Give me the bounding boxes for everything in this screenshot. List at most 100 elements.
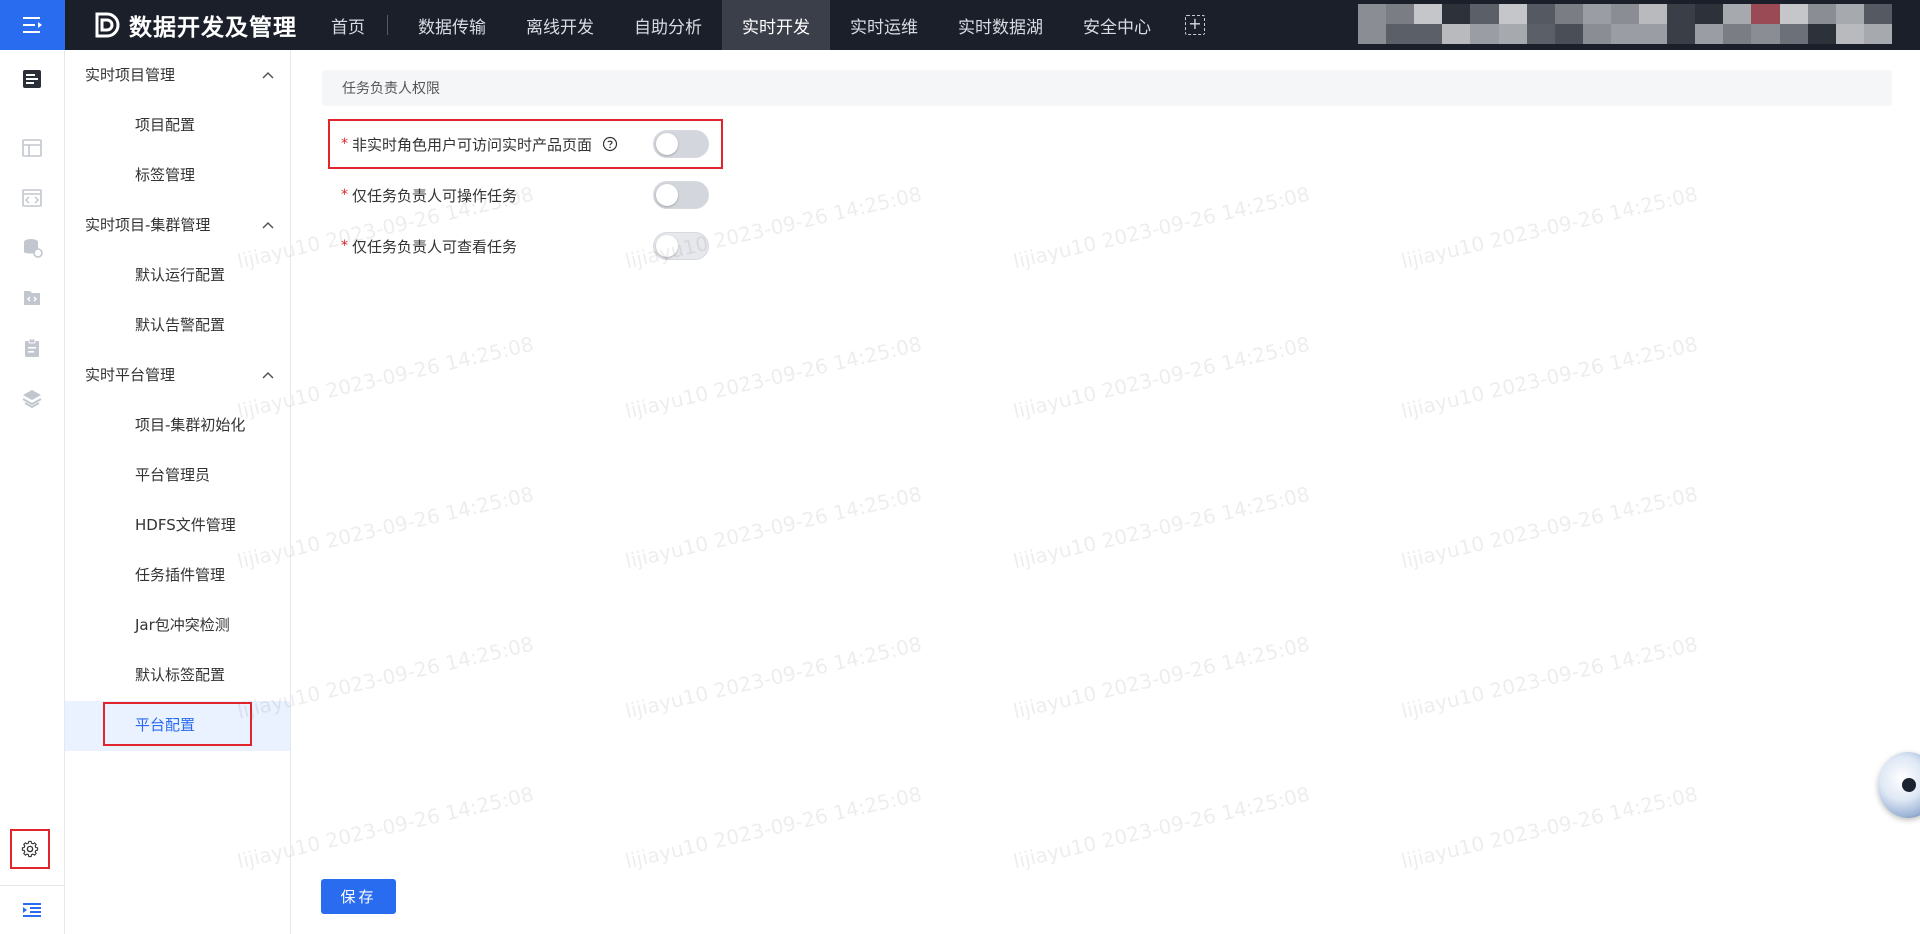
field-label: 仅任务负责人可查看任务 xyxy=(352,237,518,256)
pixel-block xyxy=(1498,4,1527,24)
sidebar-item-jar-conflict[interactable]: Jar包冲突检测 xyxy=(135,614,230,635)
table-icon[interactable] xyxy=(20,136,44,160)
pixel-block xyxy=(1414,24,1443,44)
pixel-block xyxy=(1667,24,1696,44)
stack-icon[interactable] xyxy=(20,386,44,410)
nav-item-offline-dev[interactable]: 离线开发 xyxy=(506,0,614,50)
nav-item-security[interactable]: 安全中心 xyxy=(1063,0,1171,50)
code-icon[interactable] xyxy=(20,186,44,210)
pixel-block xyxy=(1526,4,1555,24)
sidebar-group-label: 实时项目-集群管理 xyxy=(85,216,211,234)
brand-title: 数据开发及管理 xyxy=(129,15,297,41)
save-button[interactable]: 保存 xyxy=(321,879,396,914)
pixel-block xyxy=(1723,24,1752,44)
sidebar-group-cluster-mgmt[interactable]: 实时项目-集群管理 xyxy=(85,214,275,235)
form-row-owner-operate: * 仅任务负责人可操作任务 xyxy=(341,181,517,209)
pixel-block xyxy=(1470,4,1499,24)
sidebar-group-label: 实时平台管理 xyxy=(85,366,176,384)
rail-divider xyxy=(0,885,64,886)
settings-button[interactable] xyxy=(10,829,50,869)
indent-icon[interactable] xyxy=(20,898,44,922)
chevron-up-icon xyxy=(262,71,274,79)
toggle-knob xyxy=(656,184,678,206)
pixel-block xyxy=(1863,4,1892,24)
gear-icon xyxy=(21,840,39,858)
pixel-block xyxy=(1667,4,1696,24)
pixel-block xyxy=(1442,4,1471,24)
pixel-block xyxy=(1554,24,1583,44)
sidebar-item-default-run-config[interactable]: 默认运行配置 xyxy=(135,264,225,285)
sidebar-group-platform-mgmt[interactable]: 实时平台管理 xyxy=(85,364,275,385)
pixel-block xyxy=(1835,24,1864,44)
chevron-up-icon xyxy=(262,221,274,229)
section-title: 任务负责人权限 xyxy=(322,70,1892,106)
icon-rail xyxy=(0,50,65,934)
user-info-blurred[interactable] xyxy=(1358,4,1892,44)
clipboard-icon[interactable] xyxy=(20,336,44,360)
pixel-block xyxy=(1779,24,1808,44)
pixel-block xyxy=(1470,24,1499,44)
pixel-block xyxy=(1386,4,1415,24)
sidebar-group-label: 实时项目管理 xyxy=(85,66,176,84)
pixel-block xyxy=(1414,4,1443,24)
pixel-block xyxy=(1582,24,1611,44)
pixel-block xyxy=(1779,4,1808,24)
pixel-block xyxy=(1723,4,1752,24)
required-mark: * xyxy=(341,238,348,254)
brand-logo-icon xyxy=(95,12,120,38)
document-icon[interactable] xyxy=(20,67,44,91)
annotation-box-field xyxy=(328,119,723,169)
toggle-owner-view[interactable] xyxy=(653,232,709,260)
nav-item-home[interactable]: 首页 xyxy=(311,0,385,50)
chevron-up-icon xyxy=(262,371,274,379)
pixel-block xyxy=(1863,24,1892,44)
sidebar-item-default-alert-config[interactable]: 默认告警配置 xyxy=(135,314,225,335)
sidebar-item-project-config[interactable]: 项目配置 xyxy=(135,114,195,135)
nav-add-button[interactable]: + xyxy=(1171,0,1219,50)
pixel-block xyxy=(1807,4,1836,24)
sidebar-item-default-tag-config[interactable]: 默认标签配置 xyxy=(135,664,225,685)
sidebar-item-platform-admin[interactable]: 平台管理员 xyxy=(135,464,210,485)
pixel-block xyxy=(1554,4,1583,24)
pixel-block xyxy=(1442,24,1471,44)
add-icon: + xyxy=(1185,15,1205,35)
sidebar-item-task-plugins[interactable]: 任务插件管理 xyxy=(135,564,225,585)
pixel-block xyxy=(1610,4,1640,24)
sidebar-item-cluster-init[interactable]: 项目-集群初始化 xyxy=(135,414,245,435)
toggle-owner-operate[interactable] xyxy=(653,181,709,209)
annotation-box-sidebar xyxy=(103,702,252,746)
pixel-block xyxy=(1386,24,1415,44)
pixel-block xyxy=(1526,24,1555,44)
pixel-block xyxy=(1582,4,1611,24)
main-content: 任务负责人权限 * 非实时角色用户可访问实时产品页面 * 仅任务负责人可操作任务… xyxy=(291,50,1920,934)
pixel-block xyxy=(1639,24,1668,44)
pixel-block xyxy=(1610,24,1640,44)
nav-item-realtime-dev[interactable]: 实时开发 xyxy=(722,0,830,50)
nav-item-realtime-ops[interactable]: 实时运维 xyxy=(830,0,938,50)
pixel-block xyxy=(1358,4,1387,24)
form-row-owner-view: * 仅任务负责人可查看任务 xyxy=(341,232,517,260)
pixel-block xyxy=(1751,4,1780,24)
nav-item-data-transfer[interactable]: 数据传输 xyxy=(398,0,506,50)
menu-toggle-button[interactable] xyxy=(0,0,65,50)
pixel-block xyxy=(1358,24,1387,44)
brand[interactable]: 数据开发及管理 xyxy=(65,0,311,50)
file-code-icon[interactable] xyxy=(20,286,44,310)
pixel-block xyxy=(1807,24,1836,44)
toggle-knob xyxy=(656,235,678,257)
pixel-block xyxy=(1498,24,1527,44)
database-icon[interactable] xyxy=(20,236,44,260)
pixel-block xyxy=(1751,24,1780,44)
pixel-block xyxy=(1835,4,1864,24)
sidebar-item-tag-mgmt[interactable]: 标签管理 xyxy=(135,164,195,185)
required-mark: * xyxy=(341,187,348,203)
main-nav: 首页 数据传输 离线开发 自助分析 实时开发 实时运维 实时数据湖 安全中心 + xyxy=(311,0,1219,50)
sidebar-group-project-mgmt[interactable]: 实时项目管理 xyxy=(85,64,275,85)
pixel-block xyxy=(1639,4,1668,24)
sidebar-item-hdfs-files[interactable]: HDFS文件管理 xyxy=(135,514,236,535)
sub-sidebar: 实时项目管理 项目配置 标签管理 实时项目-集群管理 默认运行配置 默认告警配置… xyxy=(65,50,291,934)
nav-item-self-analysis[interactable]: 自助分析 xyxy=(614,0,722,50)
pixel-block xyxy=(1695,24,1724,44)
nav-item-realtime-lake[interactable]: 实时数据湖 xyxy=(938,0,1063,50)
nav-separator xyxy=(387,15,388,35)
